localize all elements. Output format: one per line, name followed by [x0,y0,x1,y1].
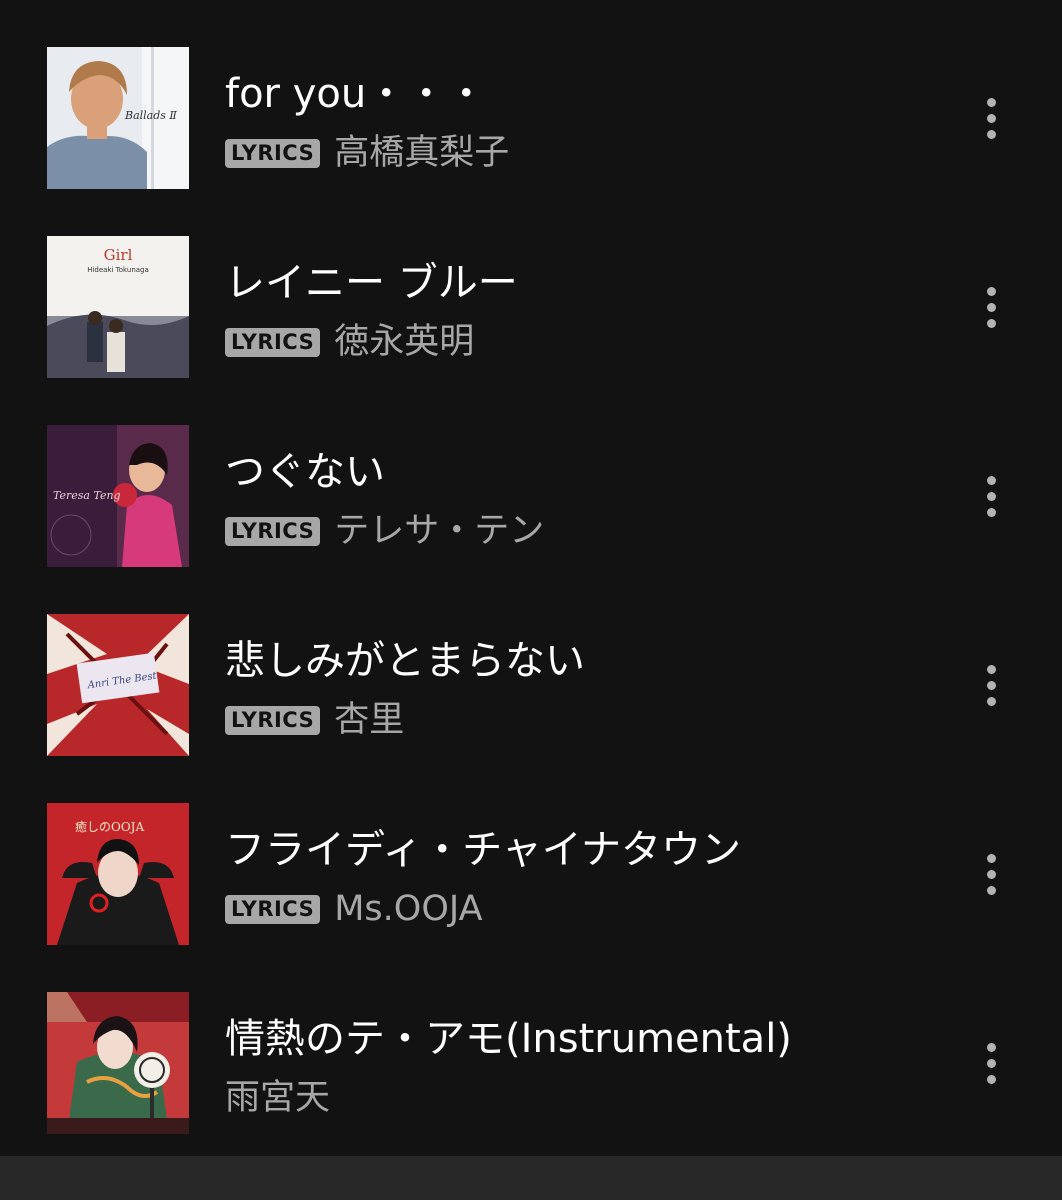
track-artist: テレサ・テン [334,511,545,551]
lyrics-badge: LYRICS [225,138,321,168]
track-list: Ballads Ⅱ for you・・・ LYRICS 高橋真梨子 Girl H… [0,0,1062,1156]
svg-text:癒しのOOJA: 癒しのOOJA [75,819,144,834]
more-vertical-icon [986,1042,996,1052]
track-artist: Ms.OOJA [334,889,483,929]
track-artist: 雨宮天 [225,1078,331,1118]
more-vertical-icon-dot [986,869,996,879]
more-options-button[interactable] [968,90,1014,146]
more-vertical-icon-dot [986,129,996,139]
track-artist: 杏里 [334,700,405,740]
more-vertical-icon-dot [986,1058,996,1068]
track-title: 情熱のテ・アモ(Instrumental) [225,1016,792,1062]
more-options-button[interactable] [968,657,1014,713]
album-cover: Girl Hideaki Tokunaga [47,236,189,378]
track-subline: LYRICS Ms.OOJA [225,887,483,931]
track-row[interactable]: Anri The Best 悲しみがとまらない LYRICS 杏里 [0,567,1062,756]
track-row[interactable]: Ballads Ⅱ for you・・・ LYRICS 高橋真梨子 [0,0,1062,189]
bottom-bar [0,1156,1062,1200]
track-row[interactable]: Teresa Teng つぐない LYRICS テレサ・テン [0,378,1062,567]
more-vertical-icon [986,475,996,485]
album-cover-art-amamiya [47,992,189,1134]
track-artist: 高橋真梨子 [334,133,510,173]
more-options-button[interactable] [968,1035,1014,1091]
more-vertical-icon [986,664,996,674]
svg-text:Girl: Girl [104,246,133,264]
more-vertical-icon-dot [986,302,996,312]
more-options-button[interactable] [968,279,1014,335]
track-title: 悲しみがとまらない [225,638,585,684]
more-vertical-icon-dot [986,1074,996,1084]
more-vertical-icon-dot [986,491,996,501]
track-title: for you・・・ [225,71,487,117]
album-cover: Teresa Teng [47,425,189,567]
album-cover-art-teresa: Teresa Teng [47,425,189,567]
track-subline: LYRICS 高橋真梨子 [225,131,509,175]
more-vertical-icon-dot [986,113,996,123]
more-vertical-icon [986,286,996,296]
album-cover: Ballads Ⅱ [47,47,189,189]
more-options-button[interactable] [968,846,1014,902]
album-cover-art-girl: Girl Hideaki Tokunaga [47,236,189,378]
track-row[interactable]: 情熱のテ・アモ(Instrumental) 雨宮天 [0,945,1062,1134]
more-vertical-icon [986,853,996,863]
lyrics-badge: LYRICS [225,894,321,924]
album-cover-art-anri: Anri The Best [47,614,189,756]
svg-text:Hideaki Tokunaga: Hideaki Tokunaga [87,266,149,274]
track-subline: 雨宮天 [225,1076,330,1120]
more-vertical-icon [986,97,996,107]
more-vertical-icon-dot [986,318,996,328]
more-vertical-icon-dot [986,696,996,706]
track-subline: LYRICS テレサ・テン [225,509,544,553]
track-row[interactable]: 癒しのOOJA フライディ・チャイナタウン LYRICS Ms.OOJA [0,756,1062,945]
track-subline: LYRICS 杏里 [225,698,404,742]
album-cover [47,992,189,1134]
album-cover: 癒しのOOJA [47,803,189,945]
lyrics-badge: LYRICS [225,705,321,735]
more-vertical-icon-dot [986,507,996,517]
svg-text:Teresa Teng: Teresa Teng [53,489,121,502]
album-cover-art-ooja: 癒しのOOJA [47,803,189,945]
track-title: フライディ・チャイナタウン [225,827,741,873]
lyrics-badge: LYRICS [225,327,321,357]
more-vertical-icon-dot [986,885,996,895]
album-cover: Anri The Best [47,614,189,756]
track-row[interactable]: Girl Hideaki Tokunaga レイニー ブルー LYRICS 徳永… [0,189,1062,378]
lyrics-badge: LYRICS [225,516,321,546]
svg-text:Ballads Ⅱ: Ballads Ⅱ [124,109,177,122]
track-artist: 徳永英明 [334,322,475,362]
track-subline: LYRICS 徳永英明 [225,320,474,364]
more-vertical-icon-dot [986,680,996,690]
track-title: つぐない [225,449,385,495]
album-cover-art-ballads: Ballads Ⅱ [47,47,189,189]
more-options-button[interactable] [968,468,1014,524]
track-title: レイニー ブルー [225,260,518,306]
